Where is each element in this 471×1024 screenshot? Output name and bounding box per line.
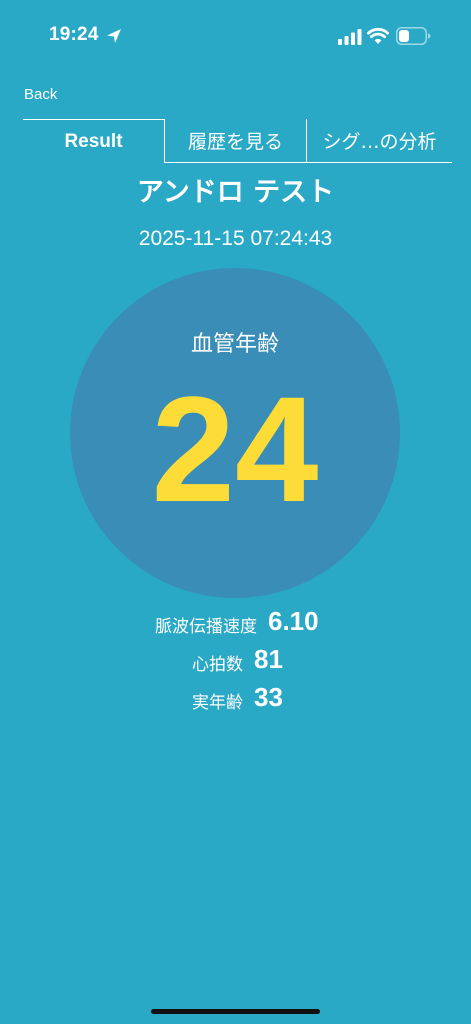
tab-bar: Result 履歴を見る シグ…の分析 xyxy=(23,119,452,163)
home-indicator[interactable] xyxy=(151,1009,320,1014)
tab-signal-analysis[interactable]: シグ…の分析 xyxy=(307,119,452,163)
measurement-timestamp: 2025-11-15 07:24:43 xyxy=(138,227,333,250)
actual-age-value: 33 xyxy=(254,682,283,712)
back-button[interactable]: Back xyxy=(24,86,57,103)
tab-history[interactable]: 履歴を見る xyxy=(165,119,307,163)
location-arrow-icon xyxy=(107,29,121,43)
vascular-age-circle: 血管年齢 24 xyxy=(70,268,400,598)
cellular-signal-icon xyxy=(338,29,362,45)
status-bar: 19:24 xyxy=(0,0,471,76)
test-title: アンドロ テスト xyxy=(136,177,335,208)
wifi-icon xyxy=(367,27,389,44)
pwv-value: 6.10 xyxy=(268,606,319,636)
actual-age-row: 実年齢 33 xyxy=(0,682,471,714)
vascular-age-value: 24 xyxy=(151,365,319,533)
heart-rate-label: 心拍数 xyxy=(192,655,243,675)
vascular-age-label: 血管年齢 xyxy=(190,332,279,357)
status-time: 19:24 xyxy=(49,24,99,45)
tab-result[interactable]: Result xyxy=(23,119,165,163)
actual-age-label: 実年齢 xyxy=(192,693,243,713)
pwv-row: 脈波伝播速度 6.10 xyxy=(0,606,471,638)
battery-icon xyxy=(396,27,431,45)
heart-rate-row: 心拍数 81 xyxy=(0,644,471,676)
heart-rate-value: 81 xyxy=(254,644,283,674)
pwv-label: 脈波伝播速度 xyxy=(155,617,257,637)
